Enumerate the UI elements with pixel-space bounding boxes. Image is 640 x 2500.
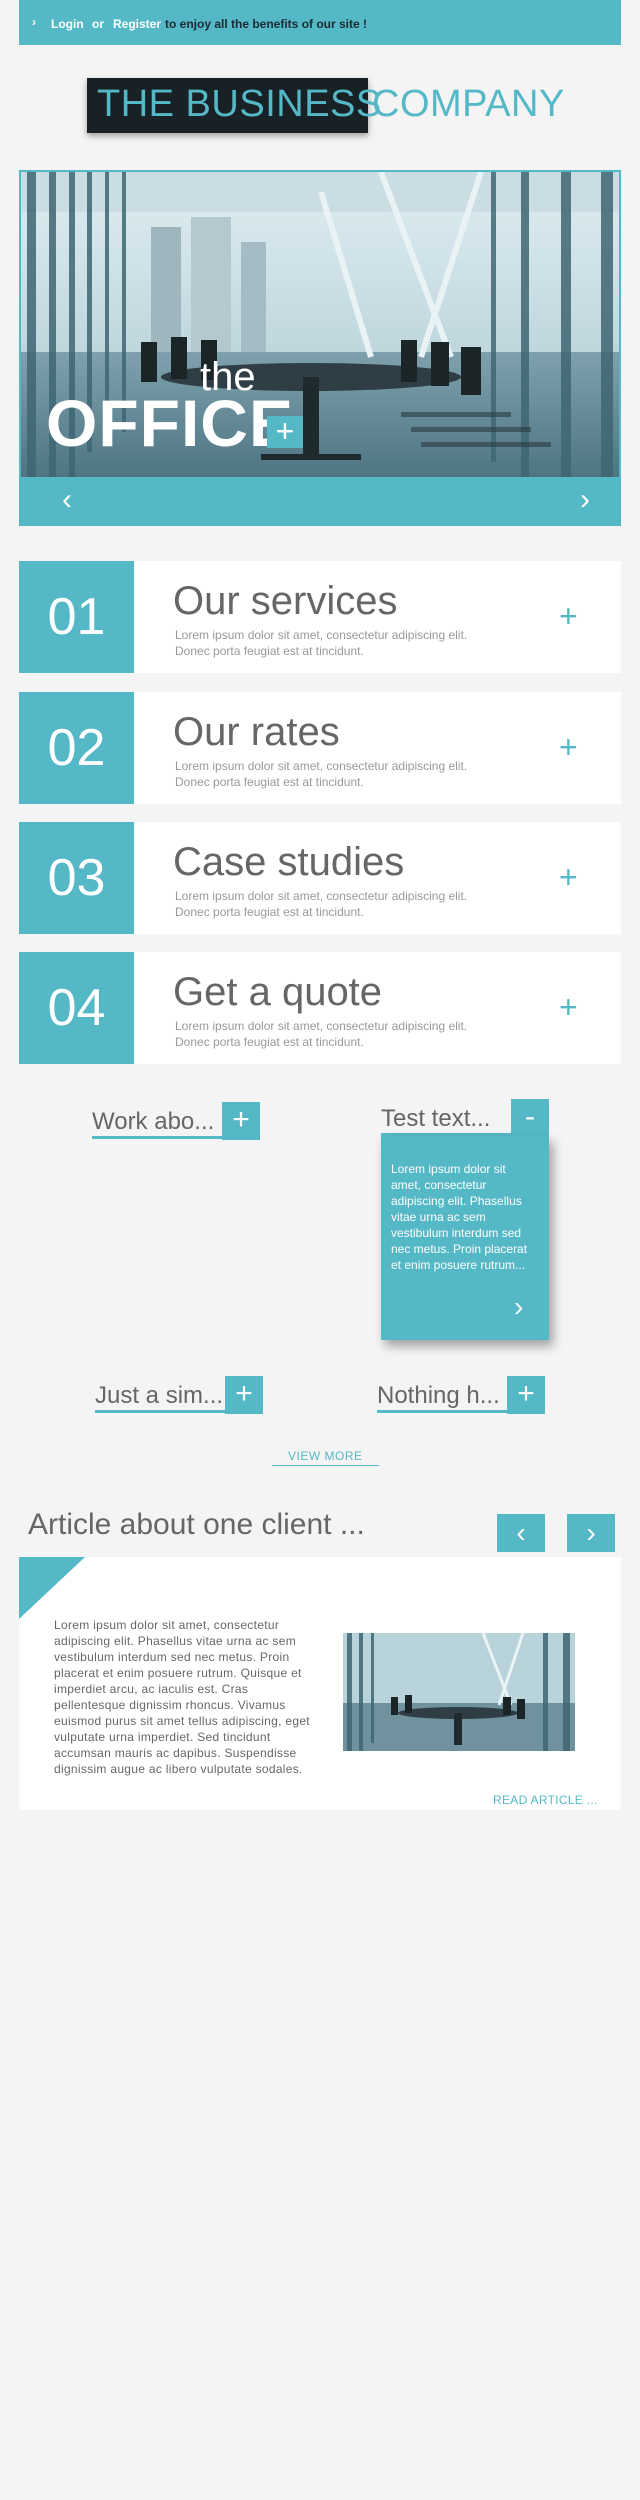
read-article-link[interactable]: READ ARTICLE ... — [493, 1793, 598, 1807]
hero-plus-button[interactable]: + — [267, 415, 303, 448]
service-description: Lorem ipsum dolor sit amet, consectetur … — [175, 628, 468, 658]
service-item[interactable]: 02 Our rates Lorem ipsum dolor sit amet,… — [19, 692, 621, 804]
chevron-right-icon: › — [32, 15, 36, 29]
service-number: 01 — [19, 561, 134, 673]
logo-text-company[interactable]: COMPANY — [372, 83, 565, 126]
article-title: Article about one client ... — [28, 1508, 365, 1541]
accordion-label: Nothing h... — [377, 1382, 500, 1409]
plus-icon[interactable]: + — [559, 600, 578, 632]
plus-icon[interactable]: + — [559, 861, 578, 893]
article-prev-button[interactable]: ‹ — [497, 1514, 545, 1552]
service-item[interactable]: 03 Case studies Lorem ipsum dolor sit am… — [19, 822, 621, 934]
article-next-button[interactable]: › — [567, 1514, 615, 1552]
slider-next-button[interactable]: › — [565, 482, 605, 518]
view-more-link[interactable]: VIEW MORE — [272, 1449, 379, 1466]
service-item[interactable]: 04 Get a quote Lorem ipsum dolor sit ame… — [19, 952, 621, 1064]
plus-icon[interactable]: + — [559, 731, 578, 763]
service-title: Case studies — [173, 840, 405, 884]
service-item[interactable]: 01 Our services Lorem ipsum dolor sit am… — [19, 561, 621, 673]
article-body: Lorem ipsum dolor sit amet, consectetur … — [54, 1618, 310, 1776]
service-description: Lorem ipsum dolor sit amet, consectetur … — [175, 889, 468, 919]
service-title: Get a quote — [173, 970, 383, 1014]
accordion-label: Just a sim... — [95, 1382, 224, 1409]
logo-text-business[interactable]: THE BUSINESS — [97, 83, 382, 126]
plus-icon[interactable]: + — [559, 991, 578, 1023]
service-title: Our rates — [173, 710, 340, 754]
service-number: 03 — [19, 822, 134, 934]
hero-slider: ‹ › — [19, 170, 621, 526]
service-description: Lorem ipsum dolor sit amet, consectetur … — [175, 1019, 468, 1049]
article-card: Lorem ipsum dolor sit amet, consectetur … — [19, 1557, 621, 1810]
article-image — [343, 1633, 575, 1751]
login-link[interactable]: Login — [51, 17, 84, 31]
or-text: or — [92, 17, 104, 31]
expand-button[interactable]: + — [225, 1376, 263, 1414]
top-bar: › Login or Register to enjoy all the ben… — [19, 0, 621, 45]
accordion-underline — [95, 1410, 225, 1413]
collapse-button[interactable]: - — [511, 1099, 549, 1137]
hero-caption-office: OFFICE — [46, 386, 294, 460]
expand-button[interactable]: + — [222, 1102, 260, 1140]
accordion-label: Test text... — [381, 1105, 491, 1132]
service-title: Our services — [173, 579, 398, 623]
service-number: 02 — [19, 692, 134, 804]
benefits-text: to enjoy all the benefits of our site ! — [165, 17, 368, 31]
chevron-right-icon[interactable]: › — [514, 1293, 523, 1321]
service-number: 04 — [19, 952, 134, 1064]
slider-prev-button[interactable]: ‹ — [47, 482, 87, 518]
corner-decoration — [19, 1557, 85, 1619]
expand-button[interactable]: + — [507, 1376, 545, 1414]
accordion-panel: Lorem ipsum dolor sit amet, consectetur … — [381, 1136, 549, 1340]
accordion-underline — [377, 1410, 507, 1413]
accordion-panel-text: Lorem ipsum dolor sit amet, consectetur … — [391, 1162, 528, 1272]
register-link[interactable]: Register — [113, 17, 161, 31]
accordion-label: Work abo... — [92, 1108, 215, 1135]
accordion-underline — [92, 1136, 222, 1139]
service-description: Lorem ipsum dolor sit amet, consectetur … — [175, 759, 468, 789]
